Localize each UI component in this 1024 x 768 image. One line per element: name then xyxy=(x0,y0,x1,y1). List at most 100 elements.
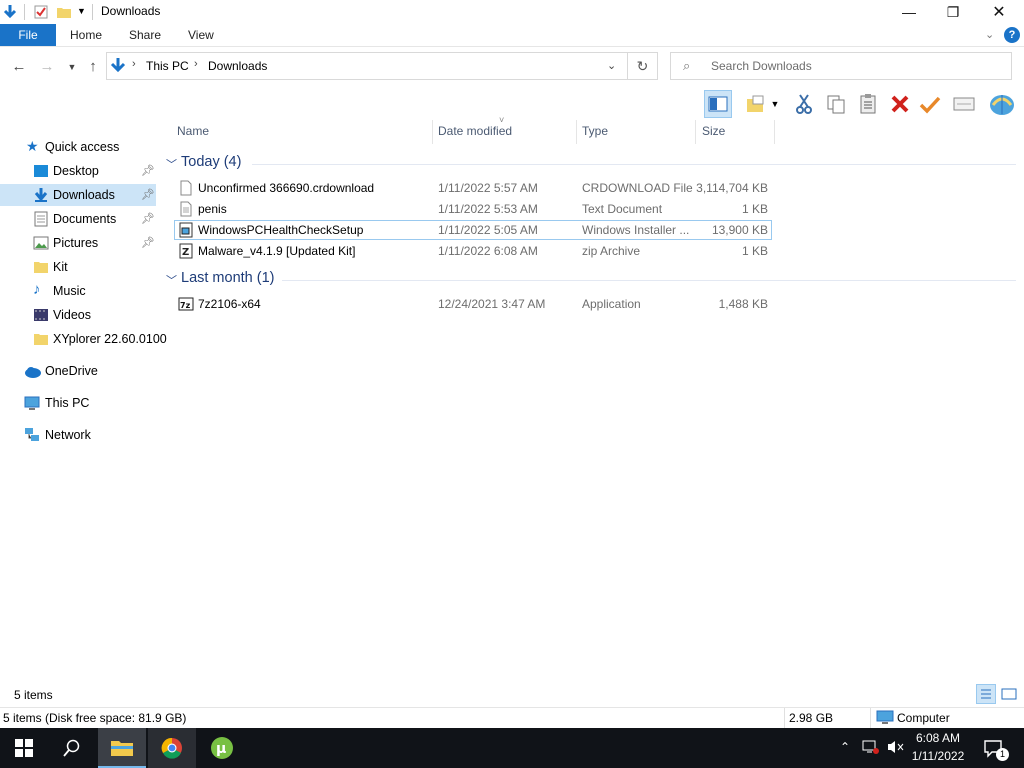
back-button[interactable]: ← xyxy=(10,58,28,76)
nav-item-downloads[interactable]: Downloads 📌︎ xyxy=(0,184,156,206)
file-explorer-taskbar-button[interactable] xyxy=(98,728,146,768)
nav-item-music[interactable]: ♪ Music xyxy=(0,280,156,302)
videos-icon xyxy=(33,307,49,323)
search-input[interactable]: ⌕ Search Downloads xyxy=(670,52,1012,80)
customize-dropdown-icon[interactable]: ▼ xyxy=(77,6,93,22)
recent-locations-button[interactable]: ▼ xyxy=(63,58,81,76)
tab-view[interactable]: View xyxy=(188,24,214,46)
svg-text:µ: µ xyxy=(216,741,226,757)
file-row[interactable]: Unconfirmed 366690.crdownload 1/11/2022 … xyxy=(174,178,772,198)
shell-icon[interactable] xyxy=(988,90,1016,118)
nav-item-desktop[interactable]: Desktop 📌︎ xyxy=(0,160,156,182)
file-date: 12/24/2021 3:47 AM xyxy=(438,297,546,311)
address-bar[interactable]: › This PC › Downloads ⌄ xyxy=(106,52,628,80)
network-tray-icon[interactable] xyxy=(862,739,880,758)
nav-network[interactable]: Network xyxy=(0,424,156,446)
ribbon-expand-icon[interactable]: ⌄ xyxy=(985,24,994,46)
breadcrumb-this-pc[interactable]: This PC xyxy=(146,59,189,73)
tab-home[interactable]: Home xyxy=(70,24,102,46)
nav-label: Videos xyxy=(53,308,91,322)
file-row[interactable]: Z Malware_v4.1.9 [Updated Kit] 1/11/2022… xyxy=(174,241,772,261)
file-date: 1/11/2022 5:57 AM xyxy=(438,181,538,195)
documents-icon xyxy=(33,211,49,227)
selection-size: 2.98 GB xyxy=(789,711,834,725)
svg-text:7z: 7z xyxy=(180,301,191,310)
rename-check-icon[interactable] xyxy=(916,90,944,118)
file-row[interactable]: 7z 7z2106-x64 12/24/2021 3:47 AM Applica… xyxy=(174,294,772,314)
select-icon[interactable] xyxy=(950,90,978,118)
utorrent-taskbar-button[interactable]: µ xyxy=(198,728,246,768)
details-view-icon[interactable] xyxy=(976,684,996,704)
chrome-taskbar-button[interactable] xyxy=(148,728,196,768)
file-type: Windows Installer ... xyxy=(582,223,690,237)
forward-button[interactable]: → xyxy=(38,58,56,76)
clock-date[interactable]: 1/11/2022 xyxy=(906,749,970,763)
maximize-button[interactable]: ❐ xyxy=(930,0,976,24)
show-hidden-icons-icon[interactable]: ⌃ xyxy=(840,740,850,754)
file-name: Unconfirmed 366690.crdownload xyxy=(198,181,375,195)
minimize-button[interactable]: — xyxy=(886,0,932,24)
pictures-icon xyxy=(33,235,49,251)
nav-item-documents[interactable]: Documents 📌︎ xyxy=(0,208,156,230)
cloud-icon xyxy=(24,363,41,379)
new-folder-icon[interactable] xyxy=(56,4,72,20)
help-icon[interactable]: ? xyxy=(1004,27,1020,43)
column-divider[interactable] xyxy=(774,120,775,144)
nav-label: Music xyxy=(53,284,86,298)
column-type[interactable]: Type xyxy=(582,124,608,144)
music-icon: ♪ xyxy=(33,281,41,298)
nav-label: Quick access xyxy=(45,140,120,154)
up-button[interactable]: ↑ xyxy=(84,58,102,76)
large-icons-view-icon[interactable] xyxy=(1000,686,1018,702)
nav-label: Pictures xyxy=(53,236,99,250)
nav-onedrive[interactable]: OneDrive xyxy=(0,360,156,382)
column-size[interactable]: Size xyxy=(702,124,725,144)
file-row[interactable]: WindowsPCHealthCheckSetup 1/11/2022 5:05… xyxy=(174,220,772,240)
nav-this-pc[interactable]: This PC xyxy=(0,392,156,414)
file-size: 3,114,704 KB xyxy=(696,181,768,195)
preview-pane-icon[interactable] xyxy=(704,90,732,118)
ribbon-tabs: File Home Share View ⌄ ? xyxy=(0,24,1024,47)
column-divider[interactable] xyxy=(695,120,696,144)
column-divider[interactable] xyxy=(432,120,433,144)
nav-quick-access[interactable]: ★ Quick access xyxy=(0,136,156,158)
file-size: 13,900 KB xyxy=(711,223,768,237)
paste-icon[interactable] xyxy=(854,90,882,118)
breadcrumb-downloads[interactable]: Downloads xyxy=(208,59,267,73)
breadcrumb-chevron-icon: › xyxy=(132,58,136,70)
blank-file-icon xyxy=(178,180,194,196)
file-type: zip Archive xyxy=(582,244,641,258)
copy-icon[interactable] xyxy=(822,90,850,118)
address-dropdown-icon[interactable]: ⌄ xyxy=(607,59,616,72)
installer-icon xyxy=(178,222,194,238)
folder-icon xyxy=(33,331,49,347)
column-divider[interactable] xyxy=(576,120,577,144)
nav-item-kit[interactable]: Kit xyxy=(0,256,156,278)
start-button[interactable] xyxy=(0,728,48,768)
clock-time[interactable]: 6:08 AM xyxy=(906,731,970,745)
cut-icon[interactable] xyxy=(790,90,818,118)
search-button[interactable] xyxy=(48,728,96,768)
tab-file[interactable]: File xyxy=(0,24,56,46)
close-button[interactable]: ✕ xyxy=(976,0,1022,24)
properties-icon[interactable] xyxy=(742,90,770,118)
file-size: 1 KB xyxy=(741,244,768,258)
nav-item-videos[interactable]: Videos xyxy=(0,304,156,326)
nav-item-xyplorer[interactable]: XYplorer 22.60.0100 xyxy=(0,328,167,350)
file-row[interactable]: penis 1/11/2022 5:53 AM Text Document 1 … xyxy=(174,199,772,219)
file-date: 1/11/2022 6:08 AM xyxy=(438,244,538,258)
properties-icon[interactable] xyxy=(33,4,49,20)
tab-share[interactable]: Share xyxy=(129,24,161,46)
group-label: Last month (1) xyxy=(181,270,275,286)
volume-muted-icon[interactable] xyxy=(886,739,904,758)
column-name[interactable]: Name xyxy=(177,124,209,144)
file-name: Malware_v4.1.9 [Updated Kit] xyxy=(198,244,356,258)
zip-icon: Z xyxy=(178,243,194,259)
refresh-button[interactable]: ↻ xyxy=(628,52,658,80)
delete-icon[interactable] xyxy=(886,90,914,118)
downloads-icon[interactable] xyxy=(2,4,18,20)
view-dropdown-icon[interactable]: ▼ xyxy=(768,90,782,118)
file-name: 7z2106-x64 xyxy=(198,297,261,311)
nav-item-pictures[interactable]: Pictures 📌︎ xyxy=(0,232,156,254)
file-type: Application xyxy=(582,297,641,311)
